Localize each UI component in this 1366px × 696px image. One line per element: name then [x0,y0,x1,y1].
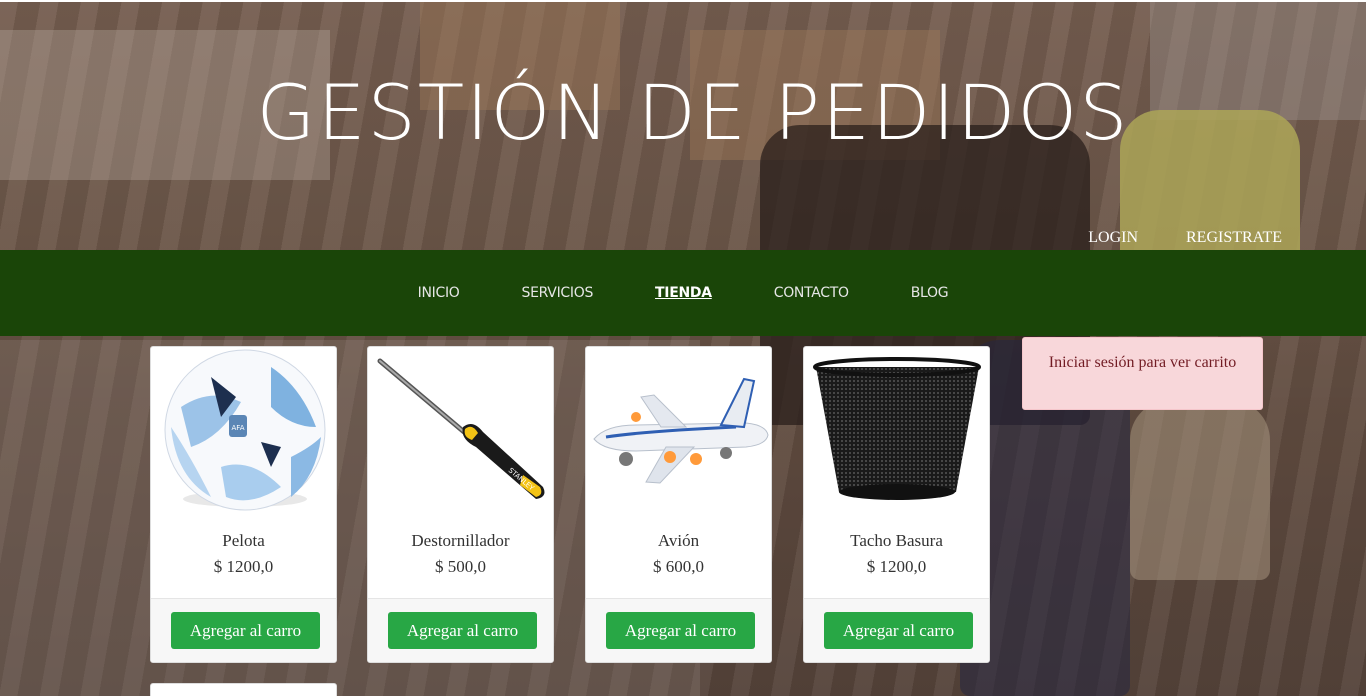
card-footer: Agregar al carro [151,598,336,662]
product-card-partial [150,683,337,696]
nav-item-inicio[interactable]: INICIO [418,285,460,301]
register-link[interactable]: REGISTRATE [1186,229,1282,247]
airplane-icon [593,377,769,484]
login-link[interactable]: LOGIN [1088,229,1138,247]
card-footer: Agregar al carro [368,598,553,662]
product-card: Tacho Basura $ 1200,0 Agregar al carro [803,346,990,663]
svg-text:AFA: AFA [232,424,245,432]
product-price: $ 600,0 [653,557,704,576]
auth-links: LOGIN REGISTRATE [1088,229,1282,247]
product-price: $ 1200,0 [866,557,927,576]
main-nav: INICIO SERVICIOS TIENDA CONTACTO BLOG [0,250,1366,336]
add-to-cart-button[interactable]: Agregar al carro [824,612,973,649]
product-card: Avión $ 600,0 Agregar al carro [585,346,772,663]
nav-item-tienda[interactable]: TIENDA [655,285,712,301]
nav-item-servicios[interactable]: SERVICIOS [522,285,594,301]
screwdriver-icon: STANLEY [377,358,545,499]
product-price: $ 500,0 [435,557,486,576]
card-footer: Agregar al carro [804,598,989,662]
top-border [0,0,1366,2]
product-name: Pelota [222,531,265,550]
soccer-ball-icon: AFA [164,349,326,511]
cart-login-alert: Iniciar sesión para ver carrito [1022,337,1263,410]
product-name: Avión [657,531,700,550]
page-title: GESTIÓN DE PEDIDOS [256,68,1130,157]
nav-item-contacto[interactable]: CONTACTO [774,285,849,301]
product-name: Destornillador [411,531,510,550]
product-name: Tacho Basura [850,531,943,550]
add-to-cart-button[interactable]: Agregar al carro [606,612,755,649]
product-card: AFA Pelota $ 1200,0 Agregar al carro [150,346,337,663]
product-price: $ 1200,0 [213,557,274,576]
card-footer: Agregar al carro [586,598,771,662]
product-card: STANLEY Destornillador $ 500,0 Agregar a… [367,346,554,663]
add-to-cart-button[interactable]: Agregar al carro [388,612,537,649]
nav-item-blog[interactable]: BLOG [911,285,949,301]
trash-bin-icon [813,357,981,500]
add-to-cart-button[interactable]: Agregar al carro [171,612,320,649]
